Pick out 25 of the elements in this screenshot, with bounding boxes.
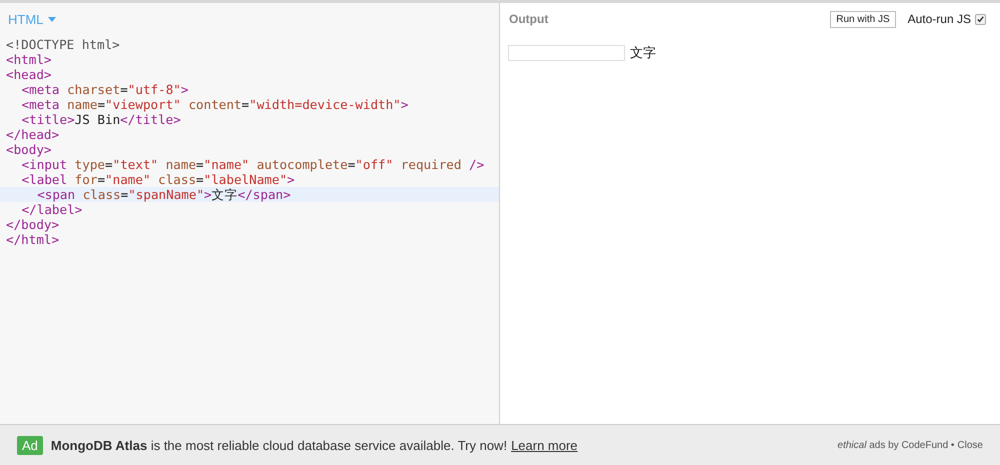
code-line: </label>: [20, 202, 84, 217]
code-line: <input type="text" name="name" autocomplete="off" required />: [20, 157, 486, 172]
code-line: </html>: [5, 232, 60, 247]
preview-label: 文字: [630, 45, 656, 62]
text-input-field[interactable]: [508, 45, 625, 61]
code-line: <meta charset="utf-8">: [20, 82, 190, 97]
ad-message: MongoDB Atlas is the most reliable cloud database service available. Try now!: [50, 438, 508, 452]
auto-run-checkbox[interactable]: [975, 14, 986, 24]
code-line: </head>: [5, 127, 60, 142]
caret-icon: [48, 16, 56, 22]
learn-more-link[interactable]: Learn more: [511, 438, 578, 452]
code-line: <head>: [5, 67, 52, 82]
code-line: <html>: [5, 52, 52, 67]
close-link[interactable]: Close: [957, 440, 983, 450]
code-line: </body>: [5, 217, 60, 232]
code-line: <!DOCTYPE html>: [5, 37, 121, 52]
code-line: <title>JS Bin</title>: [20, 112, 182, 127]
ad-badge: Ad: [17, 436, 43, 454]
run-button[interactable]: Run with JS: [830, 10, 896, 28]
panel-title: Output: [509, 12, 548, 26]
ad-credit: ethical ads by CodeFund •: [838, 440, 954, 450]
code-line: <body>: [5, 142, 52, 157]
auto-run-label: Auto-run JS: [908, 12, 971, 26]
code-line: <label for="name" class="labelName">: [20, 172, 296, 187]
code-line: <meta name="viewport" content="width=device-width">: [20, 97, 410, 112]
